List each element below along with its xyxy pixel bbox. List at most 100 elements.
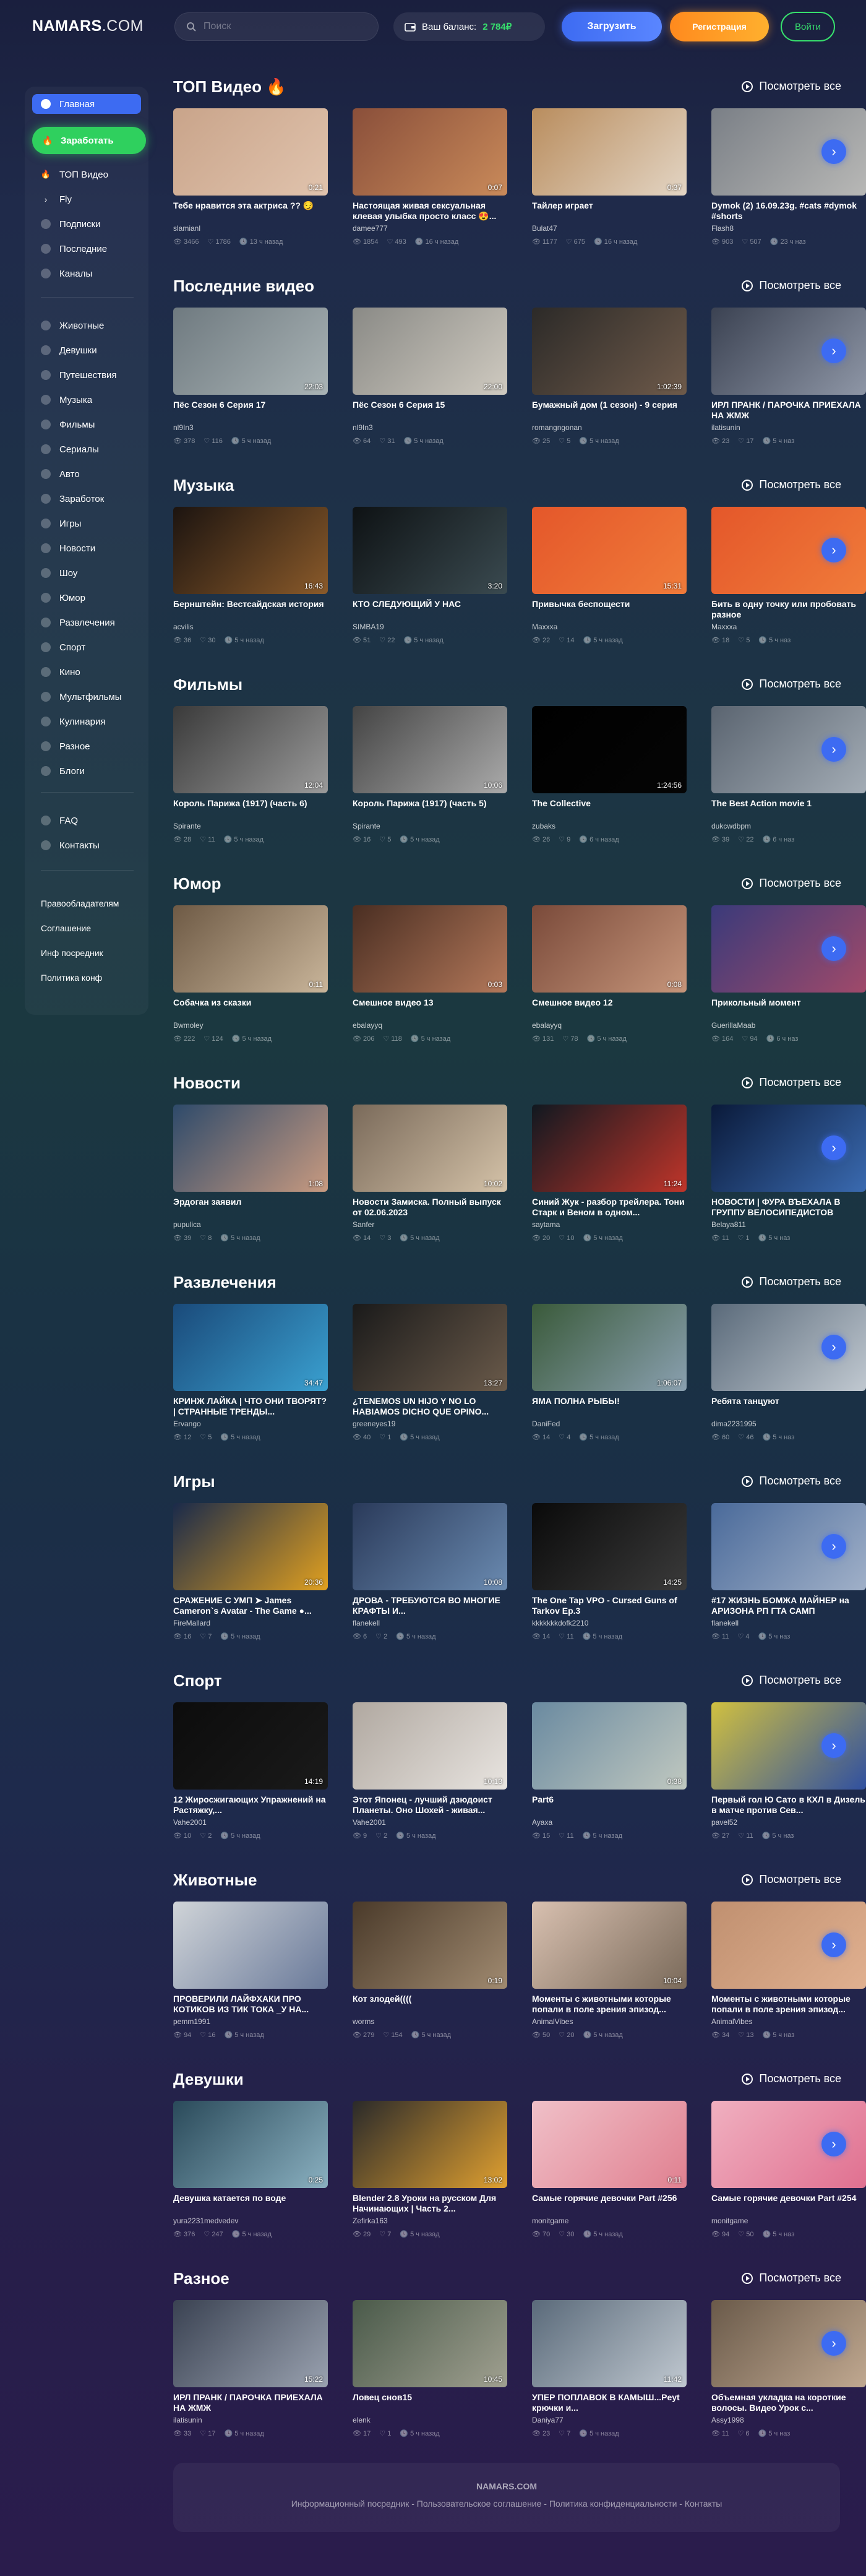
video-author[interactable]: Ervango <box>173 1419 328 1428</box>
video-title[interactable]: ЯМА ПОЛНА РЫБЫ! <box>532 1396 687 1417</box>
video-thumbnail[interactable]: 0:21 <box>173 108 328 196</box>
video-author[interactable]: Sanfer <box>353 1220 507 1229</box>
video-thumbnail[interactable]: 12:04 <box>173 706 328 793</box>
video-title[interactable]: Король Парижа (1917) (часть 6) <box>173 798 328 819</box>
video-author[interactable]: Bulat47 <box>532 224 687 233</box>
video-title[interactable]: Девушка катается по воде <box>173 2193 328 2214</box>
sidebar-info-item[interactable]: FAQ <box>32 811 141 830</box>
sidebar-category-item[interactable]: Девушки <box>32 340 141 360</box>
video-author[interactable]: AnimalVibes <box>711 2017 866 2026</box>
video-thumbnail[interactable]: 15:22 <box>173 2300 328 2387</box>
sidebar-category-item[interactable]: Разное <box>32 736 141 756</box>
video-thumbnail[interactable]: 10:02 <box>353 1105 507 1192</box>
video-author[interactable]: Ayaxa <box>532 1818 687 1827</box>
video-thumbnail[interactable]: 0:07 <box>353 108 507 196</box>
next-arrow-button[interactable]: › <box>821 139 846 164</box>
video-thumbnail[interactable]: 14:19 <box>173 1702 328 1790</box>
video-thumbnail[interactable]: 0:11 <box>532 2101 687 2188</box>
video-thumbnail[interactable]: 22:03 <box>173 308 328 395</box>
video-card[interactable]: 0:37 Тайлер играет Bulat47 👁 1177 ♡ 675 🕓 16 … <box>532 108 687 246</box>
video-title[interactable]: ПРОВЕРИЛИ ЛАЙФХАКИ ПРО КОТИКОВ ИЗ ТИК ТО… <box>173 1994 328 2015</box>
video-author[interactable]: dukcwdbpm <box>711 822 866 830</box>
video-author[interactable]: pupulica <box>173 1220 328 1229</box>
video-card[interactable]: 0:07 Настоящая живая сексуальная клевая у… <box>353 108 507 246</box>
video-card[interactable]: 0:11 Самые горячие девочки Part #256 monit… <box>532 2101 687 2238</box>
video-card[interactable]: 22:03 Пёс Сезон 6 Серия 17 nl9In3 👁 378 ♡ 11… <box>173 308 328 445</box>
sidebar-item-0[interactable]: Главная <box>32 94 141 114</box>
next-arrow-button[interactable]: › <box>821 2132 846 2156</box>
video-author[interactable]: saytama <box>532 1220 687 1229</box>
video-author[interactable]: pemm1991 <box>173 2017 328 2026</box>
video-card[interactable]: Первый гол Ю Сато в КХЛ в Дизель в матче… <box>711 1702 866 1840</box>
video-author[interactable]: acvilis <box>173 622 328 631</box>
video-title[interactable]: The Collective <box>532 798 687 819</box>
video-card[interactable]: 0:11 Собачка из сказки Bwmoley 👁 222 ♡ 124 🕓 … <box>173 905 328 1043</box>
video-thumbnail[interactable] <box>173 1902 328 1989</box>
video-title[interactable]: Ловец снов15 <box>353 2392 507 2413</box>
sidebar-category-item[interactable]: Авто <box>32 464 141 484</box>
video-card[interactable]: 14:25 The One Tap VPO - Cursed Guns of Ta… <box>532 1503 687 1640</box>
video-author[interactable]: Assy1998 <box>711 2416 866 2424</box>
video-author[interactable]: kkkkkkkdofk2210 <box>532 1619 687 1627</box>
sidebar-category-item[interactable]: Спорт <box>32 637 141 657</box>
video-author[interactable]: slamianl <box>173 224 328 233</box>
video-thumbnail[interactable]: 34:47 <box>173 1304 328 1391</box>
video-title[interactable]: Синий Жук - разбор трейлера. Тони Старк … <box>532 1197 687 1218</box>
video-card[interactable]: Бить в одну точку или пробовать разное Ma… <box>711 507 866 644</box>
video-title[interactable]: Прикольный момент <box>711 997 866 1019</box>
video-thumbnail[interactable]: 0:11 <box>173 905 328 993</box>
sidebar-item-5[interactable]: Последние <box>32 239 141 259</box>
video-card[interactable]: 0:25 Девушка катается по воде yura2231medv… <box>173 2101 328 2238</box>
video-thumbnail[interactable]: 1:06:07 <box>532 1304 687 1391</box>
sidebar-item-2[interactable]: 🔥 ТОП Видео <box>32 165 141 184</box>
sidebar-earn-button[interactable]: 🔥 Заработать <box>32 127 146 154</box>
video-title[interactable]: Эрдоган заявил <box>173 1197 328 1218</box>
video-author[interactable]: nl9In3 <box>173 423 328 432</box>
sidebar-legal-link[interactable]: Политика конф <box>41 973 102 983</box>
video-author[interactable]: Vahe2001 <box>173 1818 328 1827</box>
video-author[interactable]: zubaks <box>532 822 687 830</box>
video-thumbnail[interactable]: 0:37 <box>532 108 687 196</box>
video-title[interactable]: ИРЛ ПРАНК / ПАРОЧКА ПРИЕХАЛА НА ЖМЖ <box>173 2392 328 2413</box>
sidebar-legal-link[interactable]: Правообладателям <box>41 898 119 908</box>
video-title[interactable]: Ребята танцуют <box>711 1396 866 1417</box>
video-thumbnail[interactable]: 1:08 <box>173 1105 328 1192</box>
next-arrow-button[interactable]: › <box>821 538 846 562</box>
video-title[interactable]: Тайлер играет <box>532 200 687 222</box>
video-author[interactable]: Belaya811 <box>711 1220 866 1229</box>
video-thumbnail[interactable]: 0:08 <box>532 905 687 993</box>
video-author[interactable]: ilatisunin <box>173 2416 328 2424</box>
video-title[interactable]: Моменты с животными которые попали в пол… <box>532 1994 687 2015</box>
video-author[interactable]: Vahe2001 <box>353 1818 507 1827</box>
footer-links[interactable]: Информационный посредник - Пользовательс… <box>173 2499 840 2509</box>
video-title[interactable]: Смешное видео 13 <box>353 997 507 1019</box>
video-author[interactable]: Spirante <box>173 822 328 830</box>
video-title[interactable]: ¿TENEMOS UN HIJO Y NO LO HABIAMOS DICHO … <box>353 1396 507 1417</box>
sidebar-category-item[interactable]: Музыка <box>32 390 141 410</box>
sidebar-category-item[interactable]: Мультфильмы <box>32 687 141 707</box>
video-card[interactable]: 14:19 12 Жиросжигающих Упражнений на Раст… <box>173 1702 328 1840</box>
video-card[interactable]: Объемная укладка на короткие волосы. Вид… <box>711 2300 866 2437</box>
sidebar-category-item[interactable]: Животные <box>32 316 141 335</box>
sidebar-category-item[interactable]: Сериалы <box>32 439 141 459</box>
video-title[interactable]: Бернштейн: Вестсайдская история <box>173 599 328 620</box>
video-title[interactable]: Blender 2.8 Уроки на русском Для Начинаю… <box>353 2193 507 2214</box>
video-title[interactable]: Моменты с животными которые попали в пол… <box>711 1994 866 2015</box>
video-card[interactable]: Прикольный момент GuerillaMaab 👁 164 ♡ 94 🕓 … <box>711 905 866 1043</box>
video-title[interactable]: Первый гол Ю Сато в КХЛ в Дизель в матче… <box>711 1794 866 1816</box>
sidebar-item-6[interactable]: Каналы <box>32 264 141 283</box>
video-author[interactable]: ilatisunin <box>711 423 866 432</box>
video-title[interactable]: КТО СЛЕДУЮЩИЙ У НАС <box>353 599 507 620</box>
next-arrow-button[interactable]: › <box>821 1135 846 1160</box>
video-title[interactable]: The Best Action movie 1 <box>711 798 866 819</box>
video-title[interactable]: Смешное видео 12 <box>532 997 687 1019</box>
video-author[interactable]: damee777 <box>353 224 507 233</box>
video-card[interactable]: 16:43 Бернштейн: Вестсайдская история acvi… <box>173 507 328 644</box>
video-title[interactable]: Новости Замиска. Полный выпуск от 02.06.… <box>353 1197 507 1218</box>
video-card[interactable]: Dymok (2) 16.09.23g. #cats #dymok #short… <box>711 108 866 246</box>
sidebar-category-item[interactable]: Фильмы <box>32 415 141 434</box>
video-thumbnail[interactable]: 22:00 <box>353 308 507 395</box>
video-author[interactable]: GuerillaMaab <box>711 1021 866 1030</box>
video-author[interactable]: FireMallard <box>173 1619 328 1627</box>
sidebar-legal-link[interactable]: Инф посредник <box>41 948 103 958</box>
